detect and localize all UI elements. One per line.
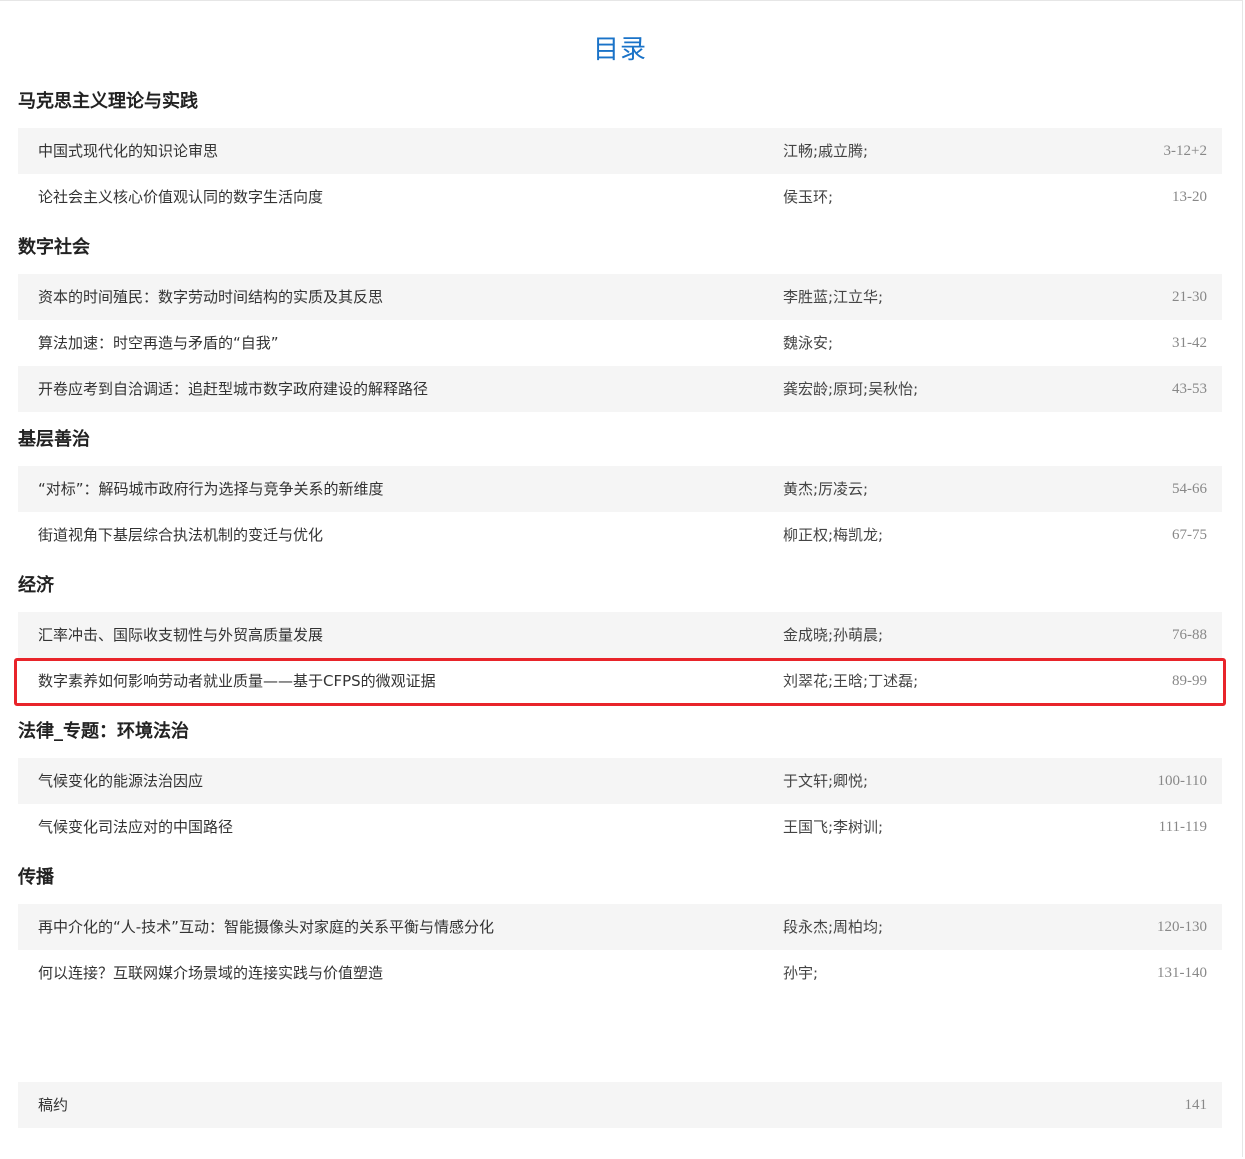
article-pages: 31-42: [1172, 335, 1207, 351]
article-title-link[interactable]: 气候变化的能源法治因应: [38, 758, 203, 804]
article-row[interactable]: 气候变化司法应对的中国路径 王国飞;李树训; 111-119: [18, 804, 1222, 850]
article-row[interactable]: “对标”：解码城市政府行为选择与竞争关系的新维度 黄杰;厉凌云; 54-66: [18, 466, 1222, 512]
section-grassroots-governance: 基层善治 “对标”：解码城市政府行为选择与竞争关系的新维度 黄杰;厉凌云; 54…: [18, 412, 1222, 558]
section-communication: 传播 再中介化的“人-技术”互动：智能摄像头对家庭的关系平衡与情感分化 段永杰;…: [18, 850, 1222, 996]
section-heading: 传播: [18, 867, 54, 888]
article-pages: 76-88: [1172, 627, 1207, 643]
article-row[interactable]: 气候变化的能源法治因应 于文轩;卿悦; 100-110: [18, 758, 1222, 804]
article-authors: 孙宇;: [783, 964, 819, 982]
article-title-link[interactable]: 算法加速：时空再造与矛盾的“自我”: [38, 320, 279, 366]
section-economy: 经济 汇率冲击、国际收支韧性与外贸高质量发展 金成晓;孙萌晨; 76-88 数字…: [14, 558, 1226, 706]
article-row[interactable]: 街道视角下基层综合执法机制的变迁与优化 柳正权;梅凯龙; 67-75: [18, 512, 1222, 558]
article-title-link[interactable]: 论社会主义核心价值观认同的数字生活向度: [38, 174, 323, 220]
article-pages: 13-20: [1172, 189, 1207, 205]
section-heading: 马克思主义理论与实践: [18, 91, 198, 112]
section-digital-society: 数字社会 资本的时间殖民：数字劳动时间结构的实质及其反思 李胜蓝;江立华; 21…: [18, 220, 1222, 412]
page-title: 目录: [592, 35, 647, 65]
article-row[interactable]: 开卷应考到自洽调适：追赶型城市数字政府建设的解释路径 龚宏龄;原珂;吴秋怡; 4…: [18, 366, 1222, 412]
section-marxism: 马克思主义理论与实践 中国式现代化的知识论审思 江畅;戚立腾; 3-12+2 论…: [18, 74, 1222, 220]
article-authors: 魏泳安;: [783, 334, 834, 352]
article-title-link[interactable]: 资本的时间殖民：数字劳动时间结构的实质及其反思: [38, 274, 383, 320]
article-pages: 67-75: [1172, 527, 1207, 543]
article-pages: 141: [1184, 1097, 1208, 1113]
article-row[interactable]: 汇率冲击、国际收支韧性与外贸高质量发展 金成晓;孙萌晨; 76-88: [18, 612, 1222, 658]
article-title-link[interactable]: 气候变化司法应对的中国路径: [38, 804, 233, 850]
article-authors: 龚宏龄;原珂;吴秋怡;: [783, 380, 919, 398]
article-pages: 43-53: [1172, 381, 1207, 397]
article-authors: 李胜蓝;江立华;: [783, 288, 884, 306]
article-title-link[interactable]: “对标”：解码城市政府行为选择与竞争关系的新维度: [38, 466, 384, 512]
table-of-contents: 目录 马克思主义理论与实践 中国式现代化的知识论审思 江畅;戚立腾; 3-12+…: [14, 0, 1226, 1128]
article-row[interactable]: 中国式现代化的知识论审思 江畅;戚立腾; 3-12+2: [18, 128, 1222, 174]
article-pages: 131-140: [1157, 965, 1207, 981]
article-authors: 江畅;戚立腾;: [783, 142, 869, 160]
article-pages: 100-110: [1157, 773, 1207, 789]
article-row[interactable]: 何以连接？互联网媒介场景域的连接实践与价值塑造 孙宇; 131-140: [18, 950, 1222, 996]
article-title-link[interactable]: 中国式现代化的知识论审思: [38, 128, 218, 174]
article-row-highlighted[interactable]: 数字素养如何影响劳动者就业质量——基于CFPS的微观证据 刘翠花;王晗;丁述磊;…: [14, 658, 1226, 706]
article-authors: 金成晓;孙萌晨;: [783, 626, 884, 644]
article-authors: 于文轩;卿悦;: [783, 772, 869, 790]
article-title-link[interactable]: 再中介化的“人-技术”互动：智能摄像头对家庭的关系平衡与情感分化: [38, 904, 494, 950]
article-row[interactable]: 资本的时间殖民：数字劳动时间结构的实质及其反思 李胜蓝;江立华; 21-30: [18, 274, 1222, 320]
article-title-link[interactable]: 街道视角下基层综合执法机制的变迁与优化: [38, 512, 323, 558]
section-law-environment: 法律_专题：环境法治 气候变化的能源法治因应 于文轩;卿悦; 100-110 气…: [18, 704, 1222, 850]
article-row[interactable]: 论社会主义核心价值观认同的数字生活向度 侯玉环; 13-20: [18, 174, 1222, 220]
article-title-link[interactable]: 开卷应考到自洽调适：追赶型城市数字政府建设的解释路径: [38, 366, 428, 412]
article-row[interactable]: 再中介化的“人-技术”互动：智能摄像头对家庭的关系平衡与情感分化 段永杰;周柏均…: [18, 904, 1222, 950]
article-authors: 王国飞;李树训;: [783, 818, 884, 836]
submission-guidelines-row[interactable]: 稿约 141: [18, 1082, 1222, 1128]
article-pages: 89-99: [1172, 673, 1207, 689]
article-row[interactable]: 算法加速：时空再造与矛盾的“自我” 魏泳安; 31-42: [18, 320, 1222, 366]
article-authors: 段永杰;周柏均;: [783, 918, 884, 936]
article-title-link[interactable]: 汇率冲击、国际收支韧性与外贸高质量发展: [38, 612, 323, 658]
article-pages: 54-66: [1172, 481, 1207, 497]
section-heading: 数字社会: [18, 237, 90, 258]
article-title-link[interactable]: 数字素养如何影响劳动者就业质量——基于CFPS的微观证据: [38, 658, 436, 704]
article-pages: 111-119: [1158, 819, 1207, 835]
section-heading: 法律_专题：环境法治: [18, 721, 189, 742]
article-pages: 21-30: [1172, 289, 1207, 305]
section-heading: 基层善治: [18, 429, 90, 450]
article-authors: 黄杰;厉凌云;: [783, 480, 869, 498]
article-title-link[interactable]: 何以连接？互联网媒介场景域的连接实践与价值塑造: [38, 950, 383, 996]
section-heading: 经济: [18, 575, 54, 596]
article-authors: 柳正权;梅凯龙;: [783, 526, 884, 544]
submission-guidelines-link[interactable]: 稿约: [38, 1082, 68, 1128]
article-pages: 120-130: [1157, 919, 1207, 935]
article-pages: 3-12+2: [1163, 143, 1207, 159]
article-authors: 刘翠花;王晗;丁述磊;: [783, 672, 919, 690]
article-authors: 侯玉环;: [783, 188, 834, 206]
